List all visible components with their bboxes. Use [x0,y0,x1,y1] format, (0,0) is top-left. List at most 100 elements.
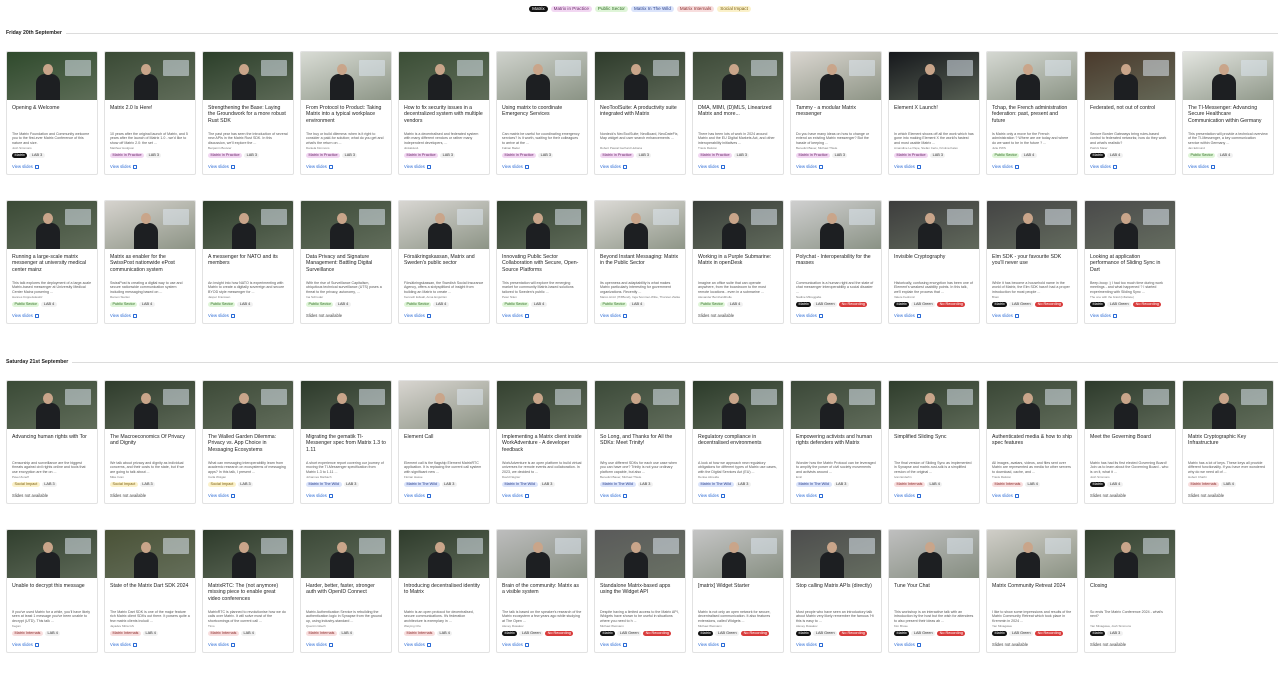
talk-card[interactable]: Standalone Matrix-based apps using the W… [594,529,686,654]
talk-title[interactable]: Simplified Sliding Sync [894,434,974,460]
talk-card[interactable]: Polychat - Interoperability for the mass… [790,200,882,325]
talk-title[interactable]: The Walled Garden Dilemma: Privacy vs. A… [208,434,288,460]
talk-card[interactable]: Federated, not out of control Secure Bord… [1084,51,1176,176]
talk-card[interactable]: NeoToolSuite: A productivity suite integ… [594,51,686,176]
talk-title[interactable]: Unable to decrypt this message [12,583,92,609]
talk-title[interactable]: Tchap, the French administration federat… [992,105,1072,131]
view-slides-link[interactable]: View slides [306,164,386,170]
talk-title[interactable]: Regulatory compliance in decentralised e… [698,434,778,460]
talk-title[interactable]: Introducing decentralised identity to Ma… [404,583,484,609]
talk-title[interactable]: Matrix Cryptographic Key Infrastructure [1188,434,1268,460]
talk-title[interactable]: Brain of the community: Matrix as a visi… [502,583,582,609]
talk-title[interactable]: Polychat - Interoperability for the mass… [796,254,876,280]
talk-title[interactable]: Opening & Welcome [12,105,92,131]
talk-card[interactable]: Tune Your Chat This workshop is an intera… [888,529,980,654]
talk-card[interactable]: Försäkringskassan, Matrix and Sweden's p… [398,200,490,325]
talk-title[interactable]: From Protocol to Product: Taking Matrix … [306,105,386,131]
talk-title[interactable]: Matrix Community Retreat 2024 [992,583,1072,609]
talk-title[interactable]: Looking at application performance of Sl… [1090,254,1170,280]
talk-card[interactable]: Authenticated media & how to ship spec f… [986,380,1078,505]
talk-card[interactable]: Using matrix to coordinate Emergency Ser… [496,51,588,176]
view-slides-link[interactable]: View slides [894,313,974,319]
view-slides-link[interactable]: View slides [992,493,1072,499]
view-slides-link[interactable]: View slides [306,642,386,648]
talk-card[interactable]: Implementing a Matrix client inside Work… [496,380,588,505]
view-slides-link[interactable]: View slides [698,164,778,170]
view-slides-link[interactable]: View slides [796,164,876,170]
talk-card[interactable]: Element Call Element call is the flagship… [398,380,490,505]
view-slides-link[interactable]: View slides [698,493,778,499]
talk-title[interactable]: Matrix 2.0 Is Here! [110,105,190,131]
talk-title[interactable]: Försäkringskassan, Matrix and Sweden's p… [404,254,484,280]
talk-card[interactable]: State of the Matrix Dart SDK 2024 The Mat… [104,529,196,654]
talk-title[interactable]: Element X Launch! [894,105,974,131]
view-slides-link[interactable]: View slides [894,164,974,170]
view-slides-link[interactable]: View slides [404,313,484,319]
talk-card[interactable]: Matrix 2.0 Is Here! 10 years after the or… [104,51,196,176]
view-slides-link[interactable]: View slides [306,493,386,499]
talk-card[interactable]: Data Privacy and Signature Management: B… [300,200,392,325]
talk-title[interactable]: Data Privacy and Signature Management: B… [306,254,386,280]
talk-title[interactable]: Strengthening the Base: Laying the Groun… [208,105,288,131]
talk-card[interactable]: Strengthening the Base: Laying the Groun… [202,51,294,176]
talk-title[interactable]: Stop calling Matrix APIs (directly) [796,583,876,609]
talk-card[interactable]: Harder, better, faster, stronger auth wi… [300,529,392,654]
talk-title[interactable]: Harder, better, faster, stronger auth wi… [306,583,386,609]
talk-card[interactable]: Running a large-scale matrix messenger a… [6,200,98,325]
view-slides-link[interactable]: View slides [502,493,582,499]
talk-card[interactable]: Advancing human rights with Tor Censorshi… [6,380,98,505]
view-slides-link[interactable]: View slides [796,313,876,319]
talk-title[interactable]: Authenticated media & how to ship spec f… [992,434,1072,460]
talk-card[interactable]: Matrix Community Retreat 2024 I like to s… [986,529,1078,654]
view-slides-link[interactable]: View slides [12,164,92,170]
filter-tag[interactable]: Public Sector [594,6,628,12]
talk-card[interactable]: [matrix] Widget Starter Matrix is not onl… [692,529,784,654]
talk-title[interactable]: Standalone Matrix-based apps using the W… [600,583,680,609]
talk-card[interactable]: Working in a Purple Submarine: Matrix in… [692,200,784,325]
view-slides-link[interactable]: View slides [208,164,288,170]
talk-title[interactable]: Closing [1090,583,1170,609]
talk-card[interactable]: Opening & Welcome The Matrix Foundation a… [6,51,98,176]
filter-tag[interactable]: Matrix in Practice [550,6,592,12]
talk-card[interactable]: Looking at application performance of Sl… [1084,200,1176,325]
view-slides-link[interactable]: View slides [796,493,876,499]
talk-title[interactable]: Empowering activists and human rights de… [796,434,876,460]
view-slides-link[interactable]: View slides [1090,164,1170,170]
view-slides-link[interactable]: View slides [404,493,484,499]
talk-card[interactable]: MatrixRTC: The (not anymore) missing pie… [202,529,294,654]
talk-card[interactable]: Stop calling Matrix APIs (directly) Most … [790,529,882,654]
view-slides-link[interactable]: View slides [502,164,582,170]
view-slides-link[interactable]: View slides [600,493,680,499]
talk-title[interactable]: Element Call [404,434,484,460]
talk-card[interactable]: Tammy - a modular Matrix messenger Do you… [790,51,882,176]
talk-card[interactable]: Innovating Public Sector Collaboration w… [496,200,588,325]
talk-title[interactable]: DMA, MIMI, (D)MLS, Linearized Matrix and… [698,105,778,131]
talk-title[interactable]: A messenger for NATO and its members [208,254,288,280]
view-slides-link[interactable]: View slides [502,313,582,319]
talk-card[interactable]: Meet the Governing Board Matrix has had i… [1084,380,1176,505]
view-slides-link[interactable]: View slides [600,313,680,319]
talk-card[interactable]: The Walled Garden Dilemma: Privacy vs. A… [202,380,294,505]
talk-title[interactable]: State of the Matrix Dart SDK 2024 [110,583,190,609]
talk-card[interactable]: From Protocol to Product: Taking Matrix … [300,51,392,176]
view-slides-link[interactable]: View slides [404,642,484,648]
view-slides-link[interactable]: View slides [404,164,484,170]
talk-card[interactable]: Unable to decrypt this message If you've … [6,529,98,654]
talk-card[interactable]: Element X Launch! In which Element shows … [888,51,980,176]
talk-card[interactable]: Empowering activists and human rights de… [790,380,882,505]
talk-title[interactable]: Elm SDK - your favourite SDK you'll neve… [992,254,1072,280]
filter-tag[interactable]: Social Impact [717,6,751,12]
talk-title[interactable]: NeoToolSuite: A productivity suite integ… [600,105,680,131]
talk-card[interactable]: A messenger for NATO and its members An i… [202,200,294,325]
view-slides-link[interactable]: View slides [894,642,974,648]
view-slides-link[interactable]: View slides [600,642,680,648]
talk-card[interactable]: Migrating the gematik TI-Messenger spec … [300,380,392,505]
view-slides-link[interactable]: View slides [796,642,876,648]
view-slides-link[interactable]: View slides [992,164,1072,170]
talk-card[interactable]: DMA, MIMI, (D)MLS, Linearized Matrix and… [692,51,784,176]
view-slides-link[interactable]: View slides [208,642,288,648]
talk-card[interactable]: The Macroeconomics Of Privacy and Dignit… [104,380,196,505]
view-slides-link[interactable]: View slides [698,642,778,648]
talk-title[interactable]: Matrix as enabler for the SwissPost nati… [110,254,190,280]
view-slides-link[interactable]: View slides [208,313,288,319]
